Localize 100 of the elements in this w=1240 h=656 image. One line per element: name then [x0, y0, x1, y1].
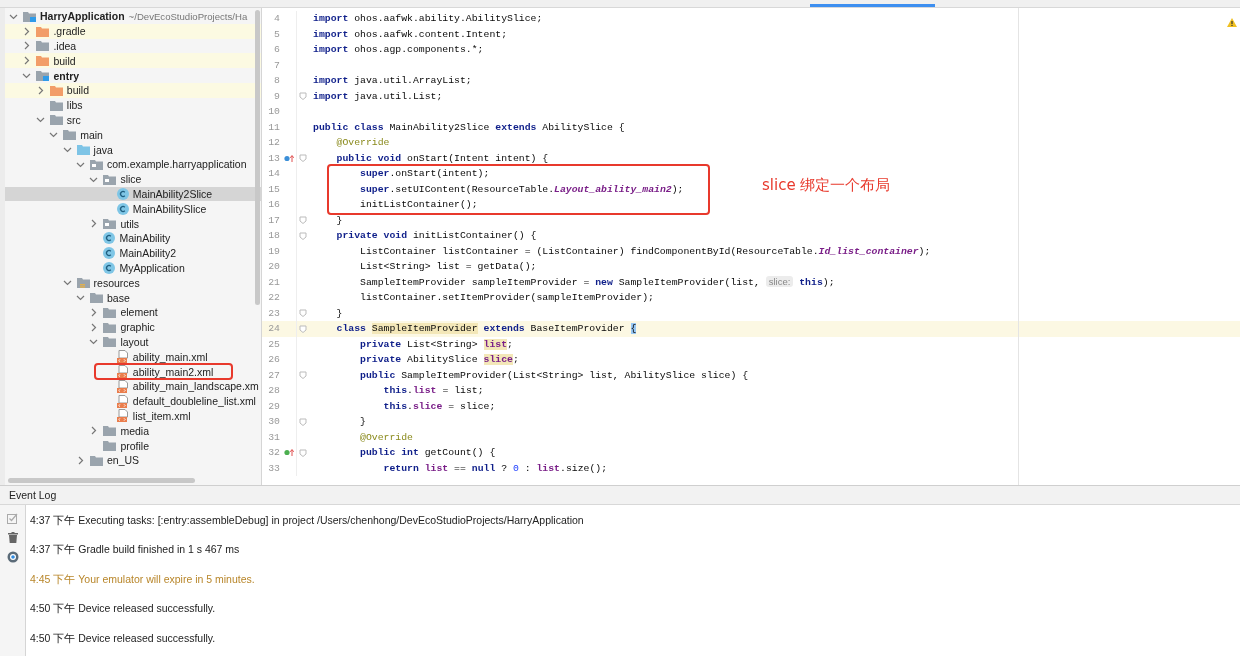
line-number: 13	[267, 152, 281, 164]
collapse-chevron-icon[interactable]	[89, 322, 99, 332]
line-number: 8	[273, 75, 281, 87]
fold-marker-icon[interactable]	[299, 324, 307, 333]
item-label: MainAbility	[119, 232, 171, 245]
tree-item[interactable]: profile	[5, 438, 261, 453]
tree-item[interactable]: ability_main_landscape.xm	[5, 378, 261, 394]
override-marker-icon[interactable]	[284, 448, 294, 458]
item-label: profile	[120, 439, 149, 452]
item-label: en_US	[107, 454, 140, 467]
fold-marker-icon[interactable]	[299, 309, 307, 318]
expand-chevron-icon[interactable]	[62, 145, 72, 155]
tree-item[interactable]: en_US	[5, 452, 261, 468]
tree-item[interactable]: resources	[5, 275, 261, 291]
tree-item[interactable]: com.example.harryapplication	[5, 156, 261, 172]
code-line: public int getCount() {	[359, 447, 496, 459]
line-number: 25	[267, 338, 281, 350]
override-marker-icon[interactable]	[284, 153, 294, 163]
fold-marker-icon[interactable]	[299, 448, 307, 457]
collapse-chevron-icon[interactable]	[22, 56, 32, 66]
code-line: this.slice = slice;	[382, 400, 496, 412]
tree-item[interactable]: MainAbilitySlice	[5, 201, 261, 217]
tree-item[interactable]: build	[5, 83, 261, 98]
tree-item[interactable]: element	[5, 304, 261, 320]
settings-icon[interactable]	[6, 551, 19, 563]
tree-item[interactable]: ability_main.xml	[5, 349, 261, 365]
code-line: }	[335, 307, 343, 319]
line-number: 27	[267, 369, 281, 381]
fold-marker-icon[interactable]	[299, 371, 307, 380]
code-line: SampleItemProvider sampleItemProvider = new SampleItemProvider(list, slice: this);	[359, 276, 835, 289]
log-entry: 4:37 下午 Executing tasks: [:entry:assembleDebug] in project /Users/chenhong/DevEcoStudioProjects/HarryApplication	[30, 513, 584, 528]
fold-marker-icon[interactable]	[299, 216, 307, 225]
tree-item[interactable]: .idea	[5, 38, 261, 54]
item-label: build	[66, 84, 89, 97]
expand-chevron-icon[interactable]	[22, 71, 32, 81]
expand-chevron-icon[interactable]	[35, 115, 45, 125]
tree-item[interactable]: list_item.xml	[5, 408, 261, 424]
expand-chevron-icon[interactable]	[89, 337, 99, 347]
folder-icon	[49, 114, 63, 126]
tree-item[interactable]: ability_main2.xml	[5, 364, 261, 379]
expand-chevron-icon[interactable]	[49, 130, 59, 140]
tree-item[interactable]: .gradle	[5, 23, 261, 39]
line-number: 30	[267, 416, 281, 428]
expand-chevron-icon[interactable]	[76, 293, 85, 303]
collapse-chevron-icon[interactable]	[22, 26, 32, 36]
class-icon	[116, 187, 129, 200]
collapse-chevron-icon[interactable]	[22, 41, 32, 51]
vertical-scrollbar[interactable]	[255, 10, 260, 305]
folder-icon	[63, 129, 77, 141]
item-label: element	[120, 306, 158, 319]
tree-item[interactable]: java	[5, 142, 261, 157]
tree-item[interactable]: HarryApplication ~/DevEcoStudioProjects/Ha	[5, 9, 261, 24]
collapse-chevron-icon[interactable]	[89, 307, 99, 317]
module-folder-icon	[23, 10, 36, 22]
tree-item[interactable]: slice	[5, 171, 261, 187]
mark-read-icon[interactable]	[7, 513, 18, 524]
horizontal-scrollbar[interactable]	[8, 478, 195, 483]
fold-marker-icon[interactable]	[299, 92, 307, 101]
tree-item[interactable]: media	[5, 423, 261, 439]
code-line: super.onStart(intent);	[359, 168, 490, 180]
trash-icon[interactable]	[7, 532, 18, 543]
package-folder-icon	[103, 173, 117, 185]
tree-item[interactable]: MyApplication	[5, 260, 261, 276]
tree-item[interactable]: utils	[5, 216, 261, 231]
line-number: 29	[267, 400, 281, 412]
tree-item[interactable]: layout	[5, 334, 261, 350]
xml-file-icon	[116, 350, 129, 364]
line-number: 5	[273, 28, 281, 40]
tree-item[interactable]: base	[5, 290, 261, 305]
tree-item[interactable]: MainAbility2	[5, 245, 261, 261]
panel-title: Event Log	[9, 489, 57, 501]
fold-marker-icon[interactable]	[299, 417, 307, 426]
tree-item[interactable]: entry	[5, 68, 261, 83]
line-number: 23	[267, 307, 281, 319]
expand-chevron-icon[interactable]	[62, 278, 72, 288]
collapse-chevron-icon[interactable]	[89, 426, 99, 436]
tree-item[interactable]: main	[5, 127, 261, 143]
folder-icon	[103, 425, 117, 437]
collapse-chevron-icon[interactable]	[89, 219, 99, 229]
code-line: import ohos.agp.components.*;	[312, 44, 484, 56]
tree-item[interactable]: MainAbility2Slice	[5, 186, 261, 202]
tree-item[interactable]: build	[5, 53, 261, 69]
item-label: list_item.xml	[132, 409, 191, 422]
fold-marker-icon[interactable]	[299, 231, 307, 240]
fold-marker-icon[interactable]	[299, 154, 307, 163]
tree-item[interactable]: MainAbility	[5, 230, 261, 246]
warning-icon[interactable]	[1227, 18, 1237, 27]
tree-item[interactable]: graphic	[5, 319, 261, 335]
item-label: libs	[66, 99, 83, 112]
tree-item[interactable]: default_doubleline_list.xml	[5, 393, 261, 409]
collapse-chevron-icon[interactable]	[76, 455, 85, 465]
folder-icon	[103, 440, 117, 451]
folder-icon	[103, 336, 117, 348]
tree-item[interactable]: libs	[5, 97, 261, 113]
tree-item[interactable]: src	[5, 112, 261, 128]
line-number: 19	[267, 245, 281, 257]
xml-file-icon	[116, 409, 129, 423]
line-number: 24	[267, 323, 281, 335]
item-label: src	[66, 113, 81, 126]
xml-file-icon	[116, 394, 129, 408]
